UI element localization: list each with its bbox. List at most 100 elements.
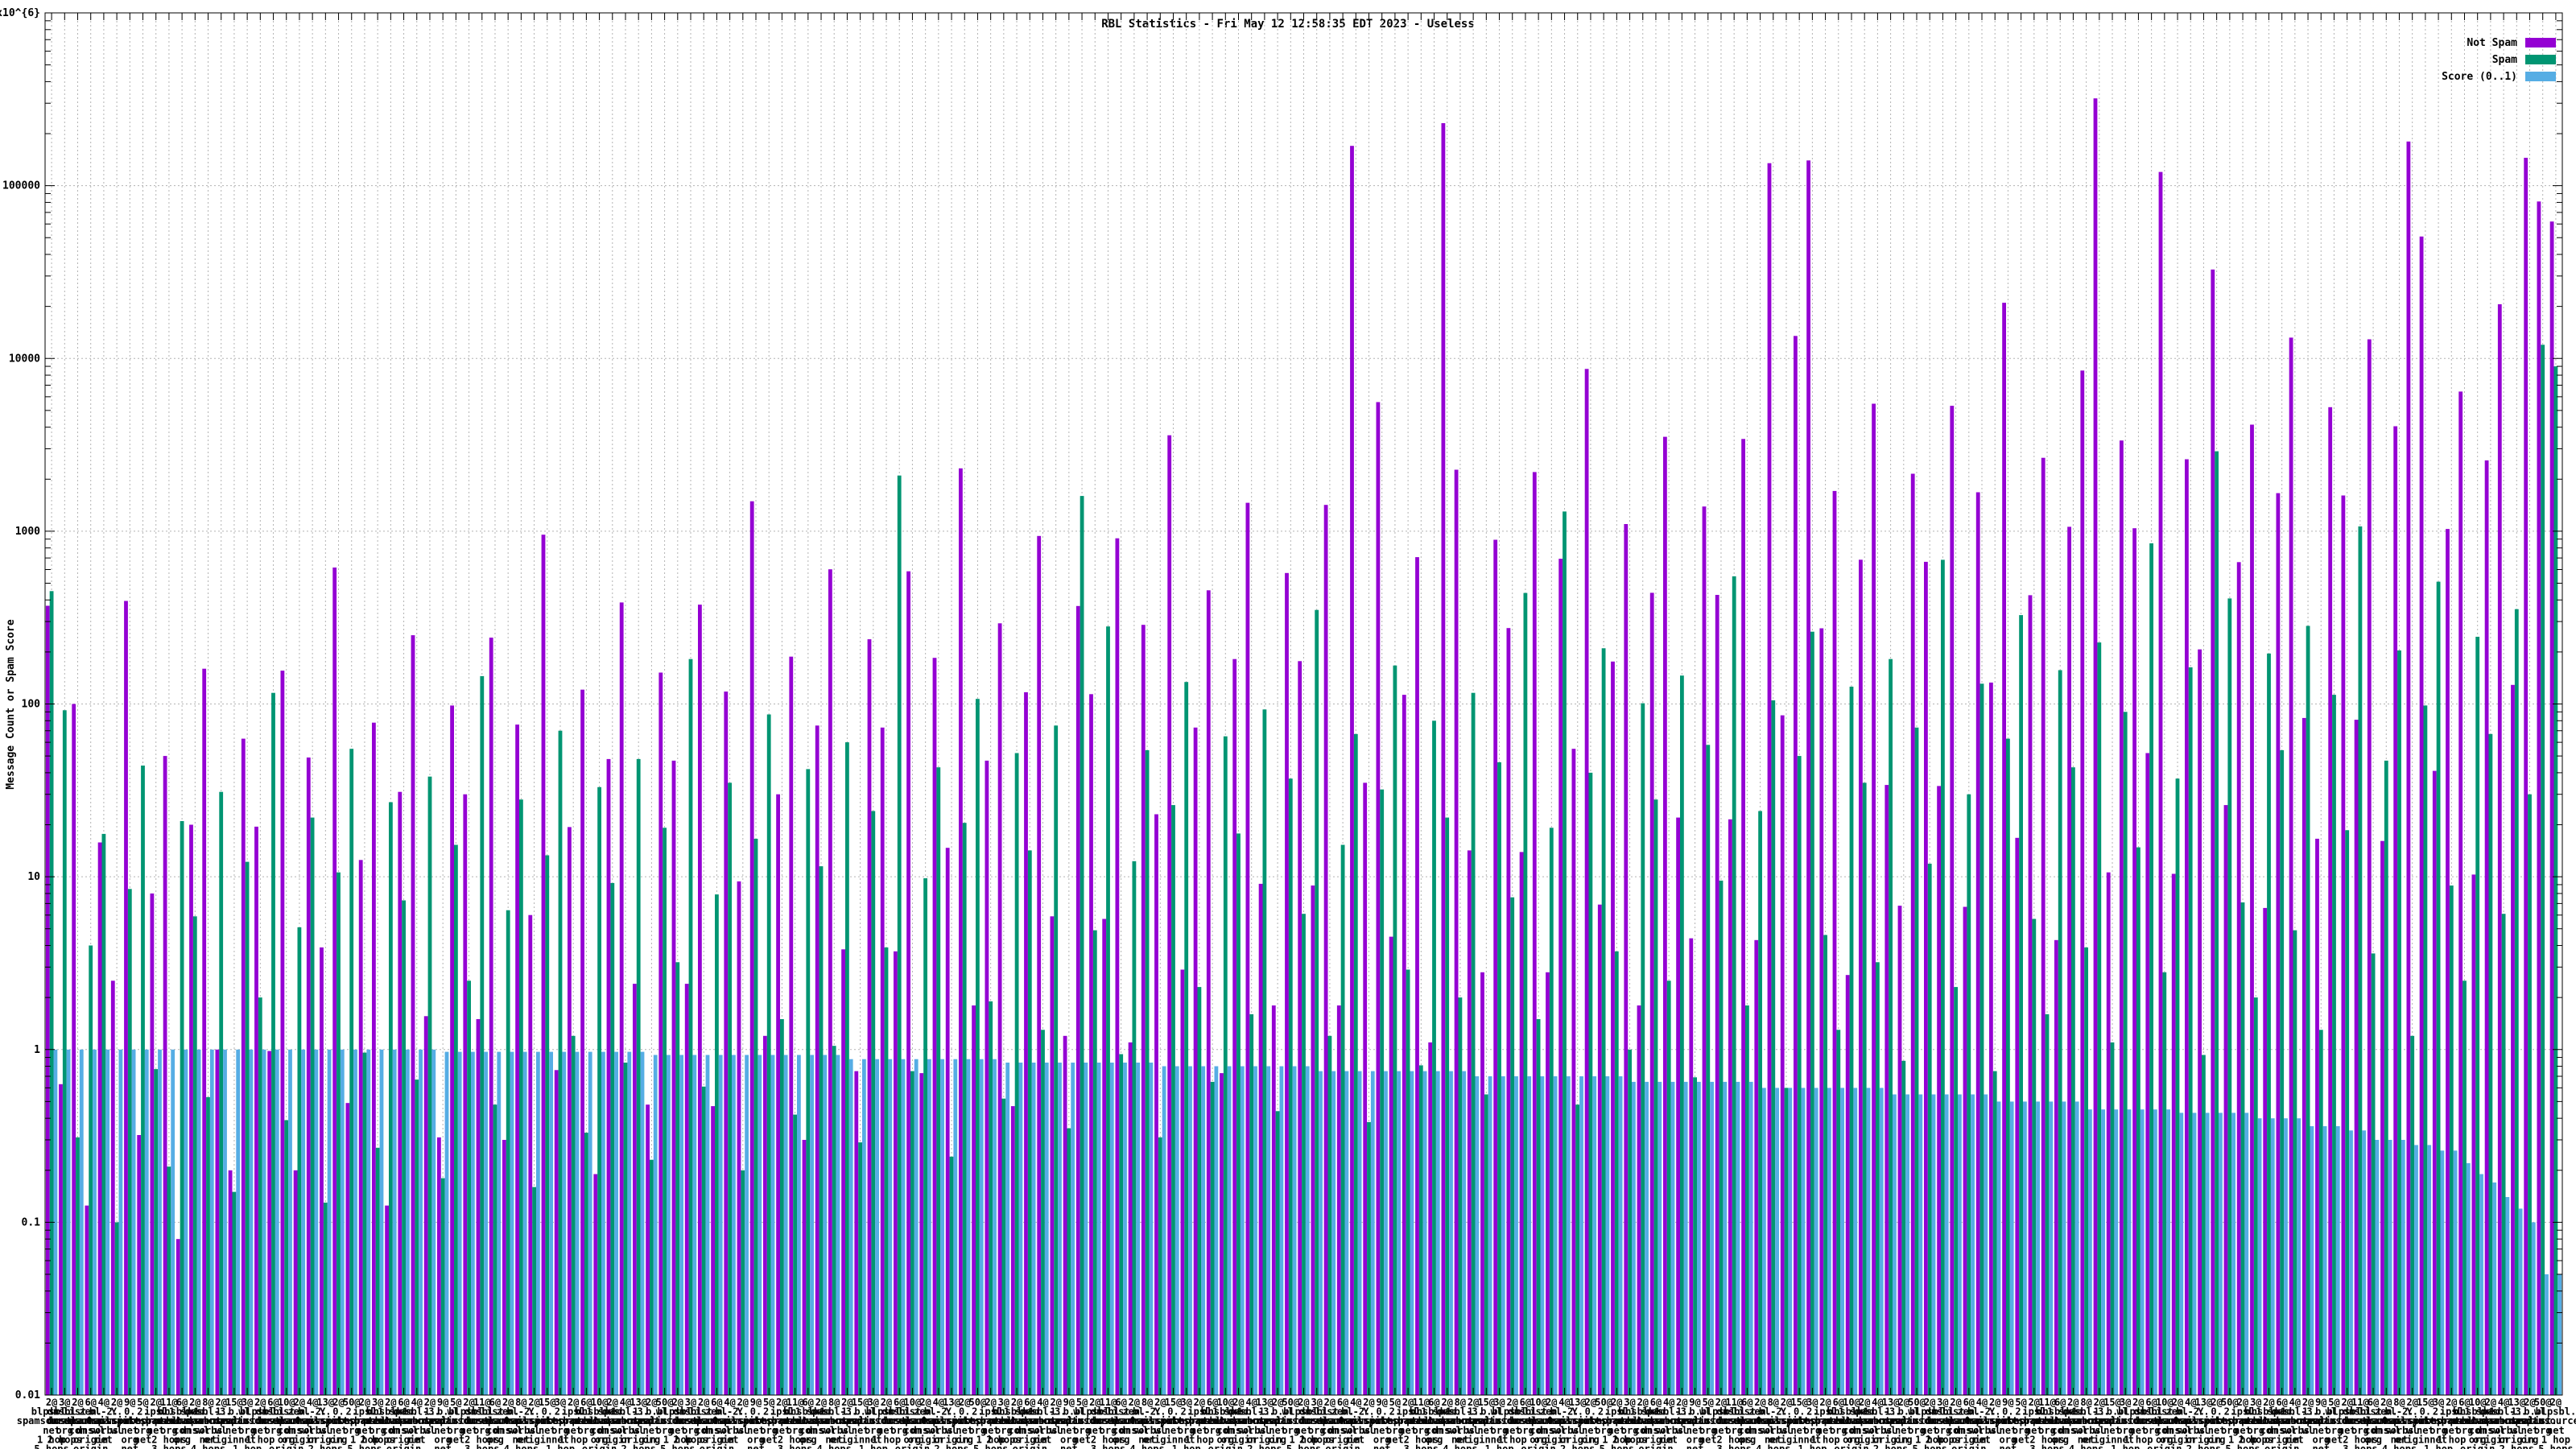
spam-bar	[1849, 687, 1854, 1395]
not-spam-bar	[97, 842, 102, 1395]
score-bar	[144, 1049, 149, 1396]
score-bar	[848, 1059, 853, 1395]
spam-bar	[1145, 749, 1150, 1395]
score-bar	[1710, 1081, 1714, 1395]
score-bar	[1645, 1081, 1649, 1395]
spam-bar	[1119, 1054, 1124, 1395]
not-spam-bar	[1767, 163, 1772, 1396]
spam-bar	[663, 828, 667, 1395]
not-spam-bar	[815, 725, 819, 1395]
not-spam-bar	[215, 1049, 220, 1396]
spam-bar	[1693, 1077, 1697, 1395]
not-spam-bar	[1454, 469, 1459, 1395]
spam-bar	[310, 817, 315, 1395]
not-spam-bar	[2158, 171, 2163, 1396]
not-spam-bar	[1323, 505, 1328, 1396]
legend-label: Score (0..1)	[2442, 70, 2517, 83]
not-spam-bar	[2120, 440, 2124, 1396]
spam-bar	[636, 758, 641, 1395]
spam-bar	[1784, 1088, 1789, 1395]
not-spam-bar	[2236, 562, 2241, 1395]
spam-bar	[793, 1114, 797, 1395]
not-spam-bar	[2145, 753, 2150, 1395]
score-bar	[653, 1055, 658, 1395]
not-spam-bar	[593, 1174, 598, 1395]
not-spam-bar	[1663, 436, 1667, 1395]
score-bar	[262, 1049, 266, 1396]
score-bar	[1149, 1063, 1154, 1395]
not-spam-bar	[528, 914, 533, 1395]
spam-bar	[1862, 782, 1867, 1395]
spam-bar	[1732, 576, 1736, 1395]
spam-bar	[1275, 1111, 1280, 1395]
not-spam-bar	[1611, 661, 1615, 1395]
score-bar	[1410, 1071, 1414, 1395]
score-bar	[392, 1049, 397, 1396]
spam-bar	[2202, 1055, 2206, 1395]
not-spam-bar	[1037, 535, 1042, 1395]
score-bar	[940, 1059, 944, 1395]
score-bar	[1944, 1094, 1949, 1395]
spam-bar	[1014, 753, 1019, 1395]
not-spam-bar	[606, 758, 611, 1395]
not-spam-bar	[880, 727, 885, 1395]
score-bar	[510, 1051, 514, 1395]
spam-bar	[1523, 592, 1528, 1395]
spam-bar	[427, 776, 432, 1395]
score-bar	[93, 1049, 97, 1396]
spam-bar	[845, 742, 849, 1395]
not-spam-bar	[841, 949, 845, 1395]
spam-bar	[1653, 799, 1658, 1395]
score-bar	[196, 1049, 201, 1396]
not-spam-bar	[476, 1019, 481, 1395]
score-bar	[1605, 1076, 1610, 1395]
score-bar	[471, 1051, 475, 1395]
score-bar	[953, 1059, 958, 1395]
spam-bar	[766, 714, 771, 1395]
spam-bar	[1588, 772, 1593, 1395]
not-spam-bar	[280, 671, 285, 1395]
score-bar	[2375, 1140, 2380, 1395]
spam-bar	[2032, 919, 2037, 1395]
score-bar	[2101, 1109, 2105, 1395]
spam-bar	[2149, 543, 2153, 1395]
not-spam-bar	[1780, 715, 1785, 1395]
not-spam-bar	[1389, 936, 1393, 1395]
not-spam-bar	[202, 668, 207, 1395]
score-bar	[2388, 1140, 2392, 1395]
not-spam-bar	[1063, 1035, 1067, 1395]
score-bar	[1162, 1066, 1166, 1395]
legend-item-not-spam: Not Spam	[2442, 37, 2556, 49]
spam-bar	[89, 945, 93, 1395]
spam-bar	[389, 802, 393, 1395]
not-spam-bar	[320, 947, 324, 1395]
not-spam-bar	[2080, 370, 2085, 1395]
spam-bar	[2253, 997, 2258, 1395]
score-bar	[1592, 1076, 1597, 1395]
spam-bar	[1353, 733, 1358, 1395]
legend: Not Spam Spam Score (0..1)	[2442, 37, 2556, 89]
spam-bar	[349, 749, 354, 1395]
spam-bar	[819, 866, 824, 1395]
rbl-bar-chart: 1x10^{6}1000001000010001001010.10.012@bl…	[0, 7, 2576, 1449]
not-spam-bar	[1271, 1005, 1276, 1395]
spam-bar	[2240, 902, 2245, 1395]
score-bar	[2192, 1113, 2197, 1395]
spam-bar	[1680, 675, 1684, 1395]
score-bar	[249, 1049, 254, 1396]
legend-label: Spam	[2491, 53, 2517, 66]
score-bar	[2453, 1150, 2458, 1395]
spam-bar	[545, 855, 550, 1395]
score-bar	[1292, 1066, 1297, 1395]
score-bar	[2023, 1101, 2027, 1395]
score-bar	[1527, 1076, 1532, 1395]
score-bar	[1370, 1071, 1375, 1395]
not-spam-bar	[1624, 524, 1629, 1395]
spam-bar	[2332, 695, 2336, 1395]
score-bar	[1971, 1094, 1975, 1395]
score-bar	[2127, 1109, 2132, 1395]
score-bar	[627, 1051, 632, 1395]
score-bar	[1357, 1071, 1362, 1395]
not-spam-bar	[854, 1071, 859, 1395]
spam-bar	[923, 878, 927, 1395]
